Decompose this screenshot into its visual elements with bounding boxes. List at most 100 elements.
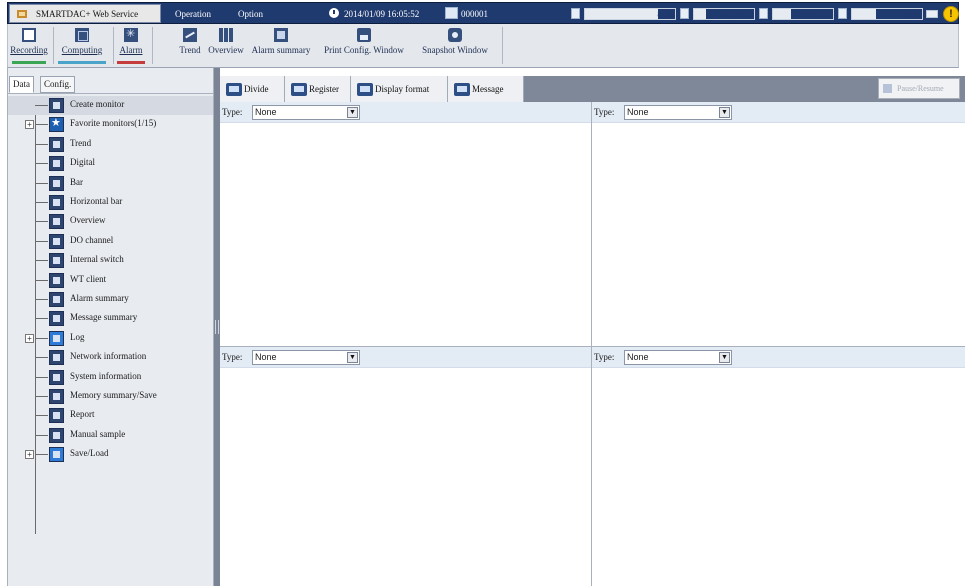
tree-connector [35, 415, 48, 417]
app-title: SMARTDAC+ Web Service [36, 8, 139, 19]
sidebar-item[interactable]: Report [8, 406, 213, 425]
sidebar-item[interactable]: Digital [8, 154, 213, 173]
mail-icon[interactable] [926, 10, 938, 18]
sidebar-item[interactable]: + Favorite monitors(1/15) [8, 115, 213, 134]
toolbar-separator [152, 27, 153, 64]
sidebar-item[interactable]: Overview [8, 212, 213, 231]
type-select[interactable]: None ▼ [624, 350, 732, 365]
overview-button[interactable]: Overview [207, 28, 245, 64]
panel-header: Type: None ▼ [220, 347, 591, 368]
expand-toggle-icon[interactable]: + [25, 333, 34, 343]
report-icon [49, 408, 64, 424]
sidebar-item[interactable]: System information [8, 368, 213, 387]
sidebar-item[interactable]: Horizontal bar [8, 193, 213, 212]
tree-connector [35, 163, 48, 165]
do-channel-icon [49, 233, 64, 249]
sidebar-item-label: Favorite monitors(1/15) [70, 118, 157, 129]
horizontal-bar-icon [49, 195, 64, 210]
sidebar-item[interactable]: Bar [8, 174, 213, 193]
sidebar-item[interactable]: + Save/Load [8, 445, 213, 464]
sidebar-item-label: Network information [70, 351, 147, 362]
tab-data[interactable]: Data [9, 76, 34, 93]
tree-connector [35, 260, 48, 262]
type-select[interactable]: None ▼ [252, 350, 360, 365]
clock-icon [329, 8, 339, 18]
display-format-button[interactable]: Display format [351, 76, 448, 102]
app-title-tab[interactable]: SMARTDAC+ Web Service [9, 4, 161, 23]
app-logo-icon [17, 9, 27, 18]
star-icon [49, 116, 64, 133]
print-config-window-button[interactable]: Print Config. Window [320, 28, 408, 64]
type-select[interactable]: None ▼ [624, 105, 732, 120]
message-label: Message [472, 84, 504, 94]
memory-icon [571, 8, 580, 19]
sidebar-item-label: WT client [70, 273, 107, 284]
overview-icon [49, 214, 64, 230]
menu-option[interactable]: Option [238, 6, 263, 22]
sidebar-item[interactable]: Alarm summary [8, 290, 213, 309]
divide-icon [226, 82, 242, 96]
sidebar-item[interactable]: WT client [8, 271, 213, 290]
sidebar-item[interactable]: Network information [8, 348, 213, 367]
splitter-grip-icon[interactable] [215, 320, 219, 334]
alarm-label: Alarm [119, 45, 143, 55]
monitor-toolbar: Divide Register Display format Message P… [220, 76, 965, 102]
tree-connector [35, 357, 48, 359]
chevron-down-icon[interactable]: ▼ [347, 352, 358, 363]
divide-button[interactable]: Divide [220, 76, 285, 102]
sidebar-item[interactable]: Internal switch [8, 251, 213, 270]
snapshot-window-button[interactable]: Snapshot Window [413, 28, 497, 64]
expand-toggle-icon[interactable]: + [25, 120, 34, 130]
alarm-button[interactable]: Alarm [115, 27, 147, 64]
remaining-time-bar: 00:07:17 [772, 8, 834, 20]
panel-header: Type: None ▼ [220, 102, 591, 123]
snapshot-icon [448, 28, 462, 42]
system-info-icon [49, 369, 64, 385]
sidebar-item[interactable]: + Log [8, 329, 213, 348]
computing-button[interactable]: Computing [56, 28, 108, 64]
manual-sample-icon [49, 427, 64, 443]
chevron-down-icon[interactable]: ▼ [347, 107, 358, 118]
alarm-summary-button[interactable]: Alarm summary [248, 28, 314, 64]
memory-icon [49, 389, 64, 404]
sidebar-item-label: Create monitor [70, 99, 125, 109]
sidebar-item[interactable]: Manual sample [8, 426, 213, 445]
sidebar-item-label: Overview [70, 215, 106, 226]
internal-switch-icon [49, 253, 64, 269]
wt-client-icon [49, 272, 64, 288]
type-select[interactable]: None ▼ [252, 105, 360, 120]
sidebar-item[interactable]: Trend [8, 135, 213, 154]
type-select-value: None [627, 107, 649, 117]
panel-divider-vertical[interactable] [591, 102, 592, 586]
sidebar-item-label: Log [70, 331, 85, 342]
type-label: Type: [594, 107, 615, 117]
menu-operation[interactable]: Operation [175, 6, 211, 22]
alarm-summary-icon [49, 292, 64, 307]
overview-label: Overview [208, 45, 244, 55]
alarm-summary-icon [274, 28, 288, 42]
device-icon [445, 7, 458, 19]
divide-label: Divide [244, 84, 269, 94]
tree-connector [35, 221, 48, 223]
tab-config[interactable]: Config. [40, 76, 76, 93]
warning-icon[interactable]: ! [943, 6, 959, 22]
expand-toggle-icon[interactable]: + [25, 450, 34, 460]
register-button[interactable]: Register [285, 76, 351, 102]
tree-connector [35, 396, 48, 397]
trend-button[interactable]: Trend [176, 28, 204, 64]
recording-button[interactable]: Recording [10, 28, 48, 64]
sidebar-item[interactable]: DO channel [8, 232, 213, 251]
chevron-down-icon[interactable]: ▼ [719, 107, 730, 118]
remaining-time-value: 00:07:17 [801, 10, 830, 19]
recording-label: Recording [10, 45, 48, 55]
remaining-time-icon [759, 8, 768, 19]
log-icon [49, 330, 64, 346]
sidebar-item[interactable]: Memory summary/Save [8, 387, 213, 406]
sidebar-item[interactable]: Message summary [8, 309, 213, 328]
overview-icon [219, 28, 233, 42]
type-select-value: None [627, 352, 649, 362]
pause-resume-button[interactable]: Pause/Resume [878, 78, 960, 99]
message-button[interactable]: Message [448, 76, 524, 102]
chevron-down-icon[interactable]: ▼ [719, 352, 730, 363]
sidebar-item[interactable]: Create monitor [8, 96, 213, 116]
